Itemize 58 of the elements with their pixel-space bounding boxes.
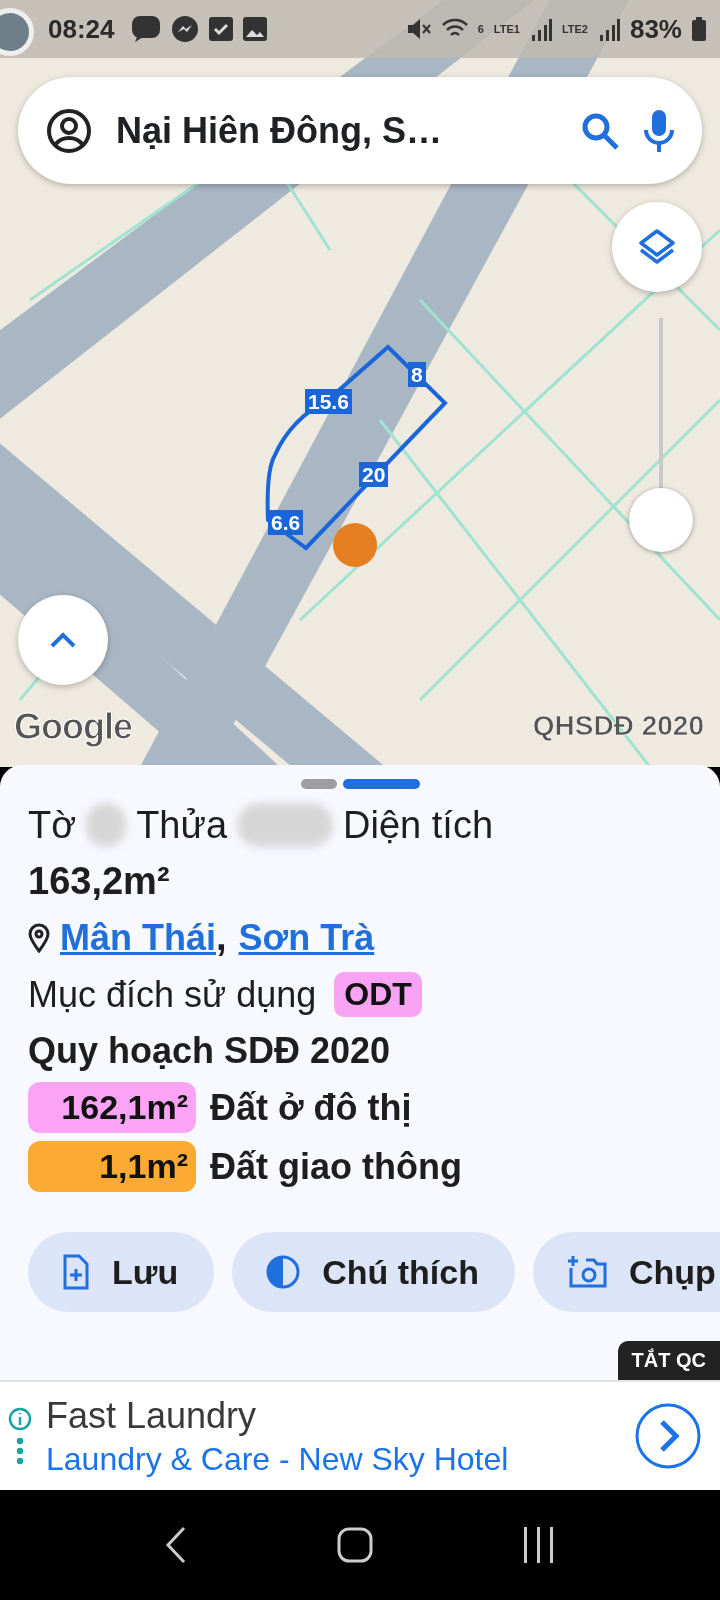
parcel-label: Diện tích bbox=[343, 803, 494, 847]
checkbox-icon bbox=[208, 17, 233, 41]
land-type: Đất ở đô thị bbox=[210, 1086, 412, 1129]
account-icon bbox=[46, 107, 92, 154]
microphone-icon bbox=[644, 109, 674, 152]
area-chip: 162,1m² bbox=[28, 1082, 196, 1133]
signal-icon bbox=[597, 17, 620, 41]
page-indicator[interactable] bbox=[342, 779, 420, 789]
action-button[interactable]: Lưu bbox=[28, 1232, 215, 1312]
location-link[interactable]: Mân Thái bbox=[60, 917, 216, 959]
status-time: 08:24 bbox=[48, 13, 115, 45]
usage-label: Mục đích sử dụng bbox=[28, 973, 317, 1016]
chevron-up-icon bbox=[49, 631, 77, 649]
edge-length-label: 8 bbox=[408, 362, 426, 388]
mute-icon bbox=[405, 16, 432, 42]
chevron-right-circle-icon bbox=[634, 1402, 702, 1470]
edge-length-label: 15.6 bbox=[305, 389, 352, 415]
action-button[interactable]: Chú thích bbox=[232, 1232, 515, 1312]
ad-banner[interactable]: Fast Laundry Laundry & Care - New Sky Hotel bbox=[0, 1380, 720, 1490]
area-chip: 1,1m² bbox=[28, 1141, 196, 1192]
parcel-label: Thửa bbox=[136, 803, 228, 847]
network-label: LTE1 bbox=[493, 23, 520, 35]
edge-length-label: 20 bbox=[359, 462, 389, 488]
location-pin-icon bbox=[28, 922, 50, 953]
signal-icon bbox=[529, 17, 552, 41]
edge-length-label: 6.6 bbox=[268, 510, 304, 536]
parcel-area: 163,2m² bbox=[28, 860, 170, 903]
network-label: LTE2 bbox=[561, 23, 588, 35]
search-value: Nại Hiên Đông, S… bbox=[116, 109, 444, 152]
layer-label: QHSDĐ 2020 bbox=[532, 710, 704, 742]
plan-title: Quy hoạch SDĐ 2020 bbox=[28, 1030, 391, 1072]
blurred-value bbox=[86, 803, 127, 847]
recents-icon bbox=[521, 1527, 556, 1563]
chat-app-icon bbox=[130, 15, 161, 43]
image-icon bbox=[242, 17, 267, 41]
separator: , bbox=[216, 916, 227, 959]
info-icon bbox=[8, 1407, 32, 1465]
hide-ads-button[interactable]: TẮT QC bbox=[617, 1341, 720, 1380]
page-indicator[interactable] bbox=[300, 779, 337, 789]
ad-title: Fast Laundry bbox=[46, 1394, 258, 1437]
action-button[interactable]: Chụp bbox=[532, 1232, 720, 1312]
battery-percent: 83% bbox=[629, 13, 682, 45]
land-type: Đất giao thông bbox=[210, 1145, 462, 1188]
ad-subtitle: Laundry & Care - New Sky Hotel bbox=[46, 1440, 510, 1478]
map-attribution: Google bbox=[14, 706, 132, 748]
battery-icon bbox=[692, 17, 706, 41]
wifi-label: 6 bbox=[477, 23, 484, 35]
slider-thumb[interactable] bbox=[629, 488, 693, 552]
file-plus-icon bbox=[62, 1254, 90, 1290]
location-link[interactable]: Sơn Trà bbox=[238, 917, 375, 959]
usage-code: ODT bbox=[334, 972, 422, 1017]
camera-plus-icon bbox=[566, 1254, 607, 1290]
home-icon bbox=[337, 1527, 373, 1563]
search-bar[interactable]: Nại Hiên Đông, S… bbox=[18, 77, 702, 184]
half-circle-icon bbox=[266, 1255, 301, 1289]
parcel-label: Tờ bbox=[28, 803, 77, 847]
messenger-icon bbox=[170, 15, 199, 43]
layers-icon bbox=[638, 228, 676, 266]
